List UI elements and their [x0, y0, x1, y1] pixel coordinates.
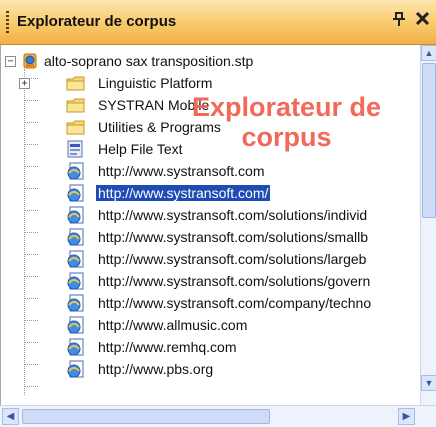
tree-item-row[interactable]: http://www.systransoft.com/	[1, 182, 421, 204]
web-page-icon	[67, 206, 84, 224]
scroll-left-icon[interactable]: ◀	[2, 408, 19, 425]
web-page-icon	[67, 184, 84, 202]
tree-item-label: http://www.systransoft.com/solutions/ind…	[98, 207, 368, 223]
document-icon	[67, 140, 83, 158]
folder-icon	[66, 120, 85, 135]
tree-item-row[interactable]: Utilities & Programs	[1, 116, 421, 138]
drag-grip-icon[interactable]	[6, 11, 9, 33]
web-page-icon	[67, 162, 84, 180]
tree-root-label: alto-soprano sax transposition.stp	[44, 53, 254, 69]
tree-item-label: SYSTRAN Mobile	[98, 97, 210, 113]
tree-item-label: http://www.systransoft.com/company/techn…	[98, 295, 372, 311]
tree-item-row[interactable]: Help File Text	[1, 138, 421, 160]
tree-item-label: Linguistic Platform	[98, 75, 213, 91]
horizontal-scroll-thumb[interactable]	[22, 409, 270, 424]
tree-item-label: http://www.systransoft.com/	[94, 184, 272, 202]
tree-item-label: Utilities & Programs	[98, 119, 221, 135]
tree-item-row[interactable]: http://www.systransoft.com/company/techn…	[1, 292, 421, 314]
web-page-icon	[67, 228, 84, 246]
folder-icon	[66, 76, 85, 91]
tree-item-label: http://www.systransoft.com/solutions/sma…	[98, 229, 368, 245]
tree-item-row[interactable]: http://www.systransoft.com	[1, 160, 421, 182]
corpus-tree[interactable]: − alto-soprano sax transposition.stp + Li…	[0, 45, 421, 405]
vertical-scroll-thumb[interactable]	[422, 63, 436, 218]
vertical-scrollbar[interactable]: ▲ ▼	[420, 45, 436, 405]
expand-icon[interactable]: +	[19, 78, 30, 89]
horizontal-scrollbar[interactable]: ◀ ▶	[0, 405, 436, 427]
tree-item-label: http://www.remhq.com	[98, 339, 237, 355]
web-page-icon	[67, 360, 84, 378]
scroll-right-icon[interactable]: ▶	[398, 408, 415, 425]
tree-item-label: http://www.allmusic.com	[98, 317, 248, 333]
tree-item-row[interactable]: http://www.pbs.org	[1, 358, 421, 380]
tree-item-row[interactable]: http://www.allmusic.com	[1, 314, 421, 336]
web-page-icon	[67, 250, 84, 268]
collapse-icon[interactable]: −	[5, 56, 16, 67]
close-icon[interactable]	[415, 10, 430, 30]
tree-item-row[interactable]: http://www.systransoft.com/solutions/ind…	[1, 204, 421, 226]
web-page-icon	[67, 338, 84, 356]
folder-icon	[66, 98, 85, 113]
tree-item-row[interactable]: SYSTRAN Mobile	[1, 94, 421, 116]
tree-item-row[interactable]: http://www.systransoft.com/solutions/lar…	[1, 248, 421, 270]
corpus-explorer-panel: Explorateur de corpus − alto-soprano sax…	[0, 0, 436, 427]
tree-item-label: http://www.pbs.org	[98, 361, 214, 377]
tree-item-row[interactable]: + Linguistic Platform	[1, 72, 421, 94]
tree-root-row[interactable]: − alto-soprano sax transposition.stp	[1, 50, 421, 72]
project-icon	[23, 53, 37, 69]
tree-item-label: http://www.systransoft.com	[98, 163, 265, 179]
pin-icon[interactable]	[393, 12, 405, 30]
tree-item-label: http://www.systransoft.com/solutions/lar…	[98, 251, 367, 267]
web-page-icon	[67, 272, 84, 290]
web-page-icon	[67, 294, 84, 312]
scroll-up-icon[interactable]: ▲	[421, 45, 436, 61]
tree-item-row[interactable]: http://www.systransoft.com/solutions/gov…	[1, 270, 421, 292]
web-page-icon	[67, 316, 84, 334]
tree-item-label: http://www.systransoft.com/solutions/gov…	[98, 273, 371, 289]
panel-title: Explorateur de corpus	[17, 13, 177, 30]
panel-title-bar[interactable]: Explorateur de corpus	[0, 0, 436, 45]
tree-connector	[24, 386, 38, 387]
tree-item-label: Help File Text	[98, 141, 183, 157]
tree-item-row[interactable]: http://www.systransoft.com/solutions/sma…	[1, 226, 421, 248]
tree-item-row[interactable]: http://www.remhq.com	[1, 336, 421, 358]
scroll-down-icon[interactable]: ▼	[421, 375, 436, 391]
